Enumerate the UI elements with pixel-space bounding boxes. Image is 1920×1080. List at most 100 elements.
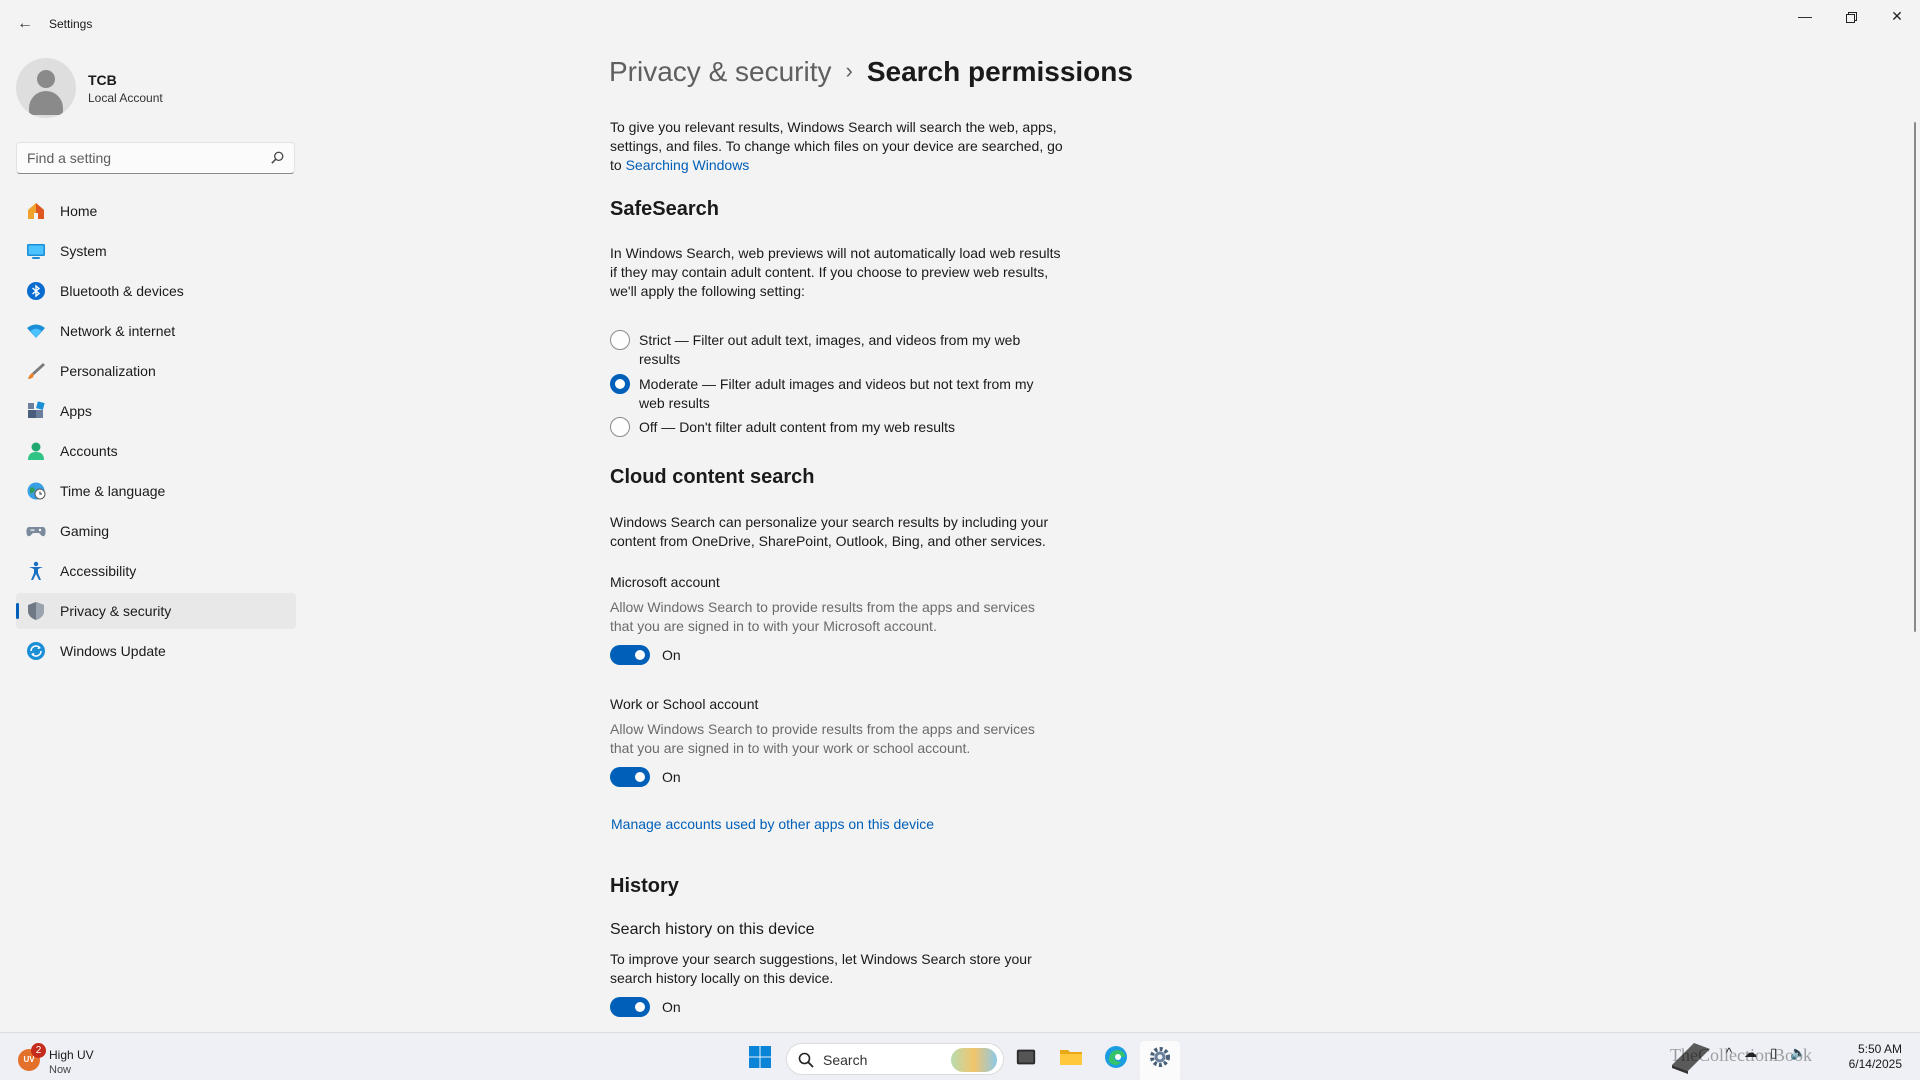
sidebar-item-label: Time & language [60,483,166,499]
sidebar-item-label: Bluetooth & devices [60,283,184,299]
microsoft-account-description: Allow Windows Search to provide results … [610,599,1035,634]
vertical-scrollbar[interactable] [1914,122,1916,632]
sidebar-item-system[interactable]: System [16,233,296,269]
minimize-icon[interactable]: — [1782,0,1828,32]
accessibility-icon [29,561,43,580]
restore-icon[interactable] [1828,0,1874,32]
sidebar-item-label: Personalization [60,363,156,379]
edge-icon [1105,1046,1127,1068]
start-button[interactable] [740,1041,780,1080]
toggle-state-label: On [662,647,681,663]
sidebar-item-gaming[interactable]: Gaming [16,513,296,549]
taskbar-search-label: Search [823,1052,868,1068]
weather-subtitle: Now [49,1064,72,1076]
sidebar-item-label: Apps [60,403,92,419]
radio-button-selected[interactable] [610,374,630,394]
sidebar-item-label: Accessibility [60,563,137,579]
sidebar-item-personalization[interactable]: Personalization [16,353,296,389]
searching-windows-link[interactable]: Searching Windows [626,157,750,173]
app-title: Settings [49,17,93,31]
windows-logo-icon [749,1046,771,1068]
cloud-description: Windows Search can personalize your sear… [610,514,1049,549]
back-arrow-icon[interactable]: ← [14,13,36,35]
sidebar-item-windows-update[interactable]: Windows Update [16,633,296,669]
radio-button[interactable] [610,417,630,437]
task-view-button[interactable] [1006,1041,1046,1080]
home-icon [28,203,44,219]
radio-strict[interactable]: Strict — Filter out adult text, images, … [610,330,1070,367]
task-view-icon [1016,1049,1036,1065]
radio-label: Off — Don't filter adult content from my… [639,419,955,435]
shield-icon [28,602,44,620]
clock[interactable]: 5:50 AM 6/14/2025 [1830,1042,1902,1072]
edge-browser-button[interactable] [1096,1041,1136,1080]
sidebar-item-accounts[interactable]: Accounts [16,433,296,469]
sidebar-item-label: Accounts [60,443,118,459]
gear-icon [1150,1047,1170,1067]
weather-widget[interactable]: UV 2 High UV Now [18,1041,138,1076]
manage-accounts-link[interactable]: Manage accounts used by other apps on th… [611,815,934,834]
microsoft-account-toggle[interactable] [610,645,650,665]
search-history-toggle[interactable] [610,997,650,1017]
radio-label: Moderate — Filter adult images and video… [639,376,1034,411]
chevron-up-icon[interactable]: ^ [1726,1045,1732,1060]
microsoft-account-title: Microsoft account [610,574,720,590]
sidebar-item-label: Gaming [60,523,110,539]
folder-icon [1060,1050,1082,1065]
sidebar-item-apps[interactable]: Apps [16,393,296,429]
work-account-description: Allow Windows Search to provide results … [610,721,1035,756]
cloud-icon[interactable]: ☁ [1744,1045,1757,1061]
apps-icon [28,401,45,418]
clock-time: 5:50 AM [1857,1042,1902,1056]
globe-clock-icon [27,482,46,500]
work-account-toggle[interactable] [610,767,650,787]
sidebar-item-privacy-security[interactable]: Privacy & security [16,593,296,629]
title-bar: ← Settings — ✕ [0,0,1920,48]
brush-icon [28,363,45,379]
gamepad-icon [26,527,46,537]
taskbar: UV 2 High UV Now Search TheCollectionBoo… [0,1032,1920,1080]
toggle-state-label: On [662,999,681,1015]
user-profile[interactable]: TCB Local Account [16,56,296,118]
bluetooth-icon [27,282,45,300]
sidebar-item-home[interactable]: Home [16,193,296,229]
cloud-content-heading: Cloud content search [610,466,815,488]
file-explorer-button[interactable] [1051,1041,1091,1080]
search-input[interactable] [17,143,257,173]
system-icon [27,244,45,259]
volume-icon[interactable]: 🔈 [1790,1045,1806,1061]
network-icon[interactable]: ▯ [1770,1045,1777,1061]
sidebar-nav: Home System Bluetooth & devices Network … [16,193,296,673]
page-title: Search permissions [866,56,1133,87]
clock-date: 6/14/2025 [1848,1057,1902,1071]
person-icon [28,442,44,460]
notification-badge: 2 [31,1043,46,1058]
breadcrumb-parent-link[interactable]: Privacy & security [609,56,832,87]
sidebar-item-time-language[interactable]: Time & language [16,473,296,509]
search-icon [798,1052,814,1068]
sidebar-item-bluetooth[interactable]: Bluetooth & devices [16,273,296,309]
profile-account-type: Local Account [88,91,163,105]
sidebar-item-label: Home [60,203,98,219]
radio-label: Strict — Filter out adult text, images, … [639,332,1021,367]
close-icon[interactable]: ✕ [1874,0,1920,32]
wifi-icon [27,324,45,338]
sidebar-item-network[interactable]: Network & internet [16,313,296,349]
settings-app-button[interactable] [1140,1041,1180,1080]
update-icon [27,642,45,660]
sidebar-item-label: Windows Update [60,643,166,659]
safesearch-heading: SafeSearch [610,198,719,220]
search-icon[interactable] [271,151,284,164]
breadcrumb: Privacy & security › Search permissions [609,56,1133,88]
radio-off[interactable]: Off — Don't filter adult content from my… [610,417,1070,437]
sidebar-item-accessibility[interactable]: Accessibility [16,553,296,589]
sidebar-item-label: System [60,243,107,259]
search-history-title: Search history on this device [610,921,815,938]
taskbar-search[interactable]: Search [786,1043,1004,1075]
work-account-title: Work or School account [610,696,759,712]
sidebar-item-label: Network & internet [60,323,176,339]
radio-moderate[interactable]: Moderate — Filter adult images and video… [610,374,1070,411]
search-history-description: To improve your search suggestions, let … [610,951,1032,986]
avatar [16,58,76,118]
radio-button[interactable] [610,330,630,350]
